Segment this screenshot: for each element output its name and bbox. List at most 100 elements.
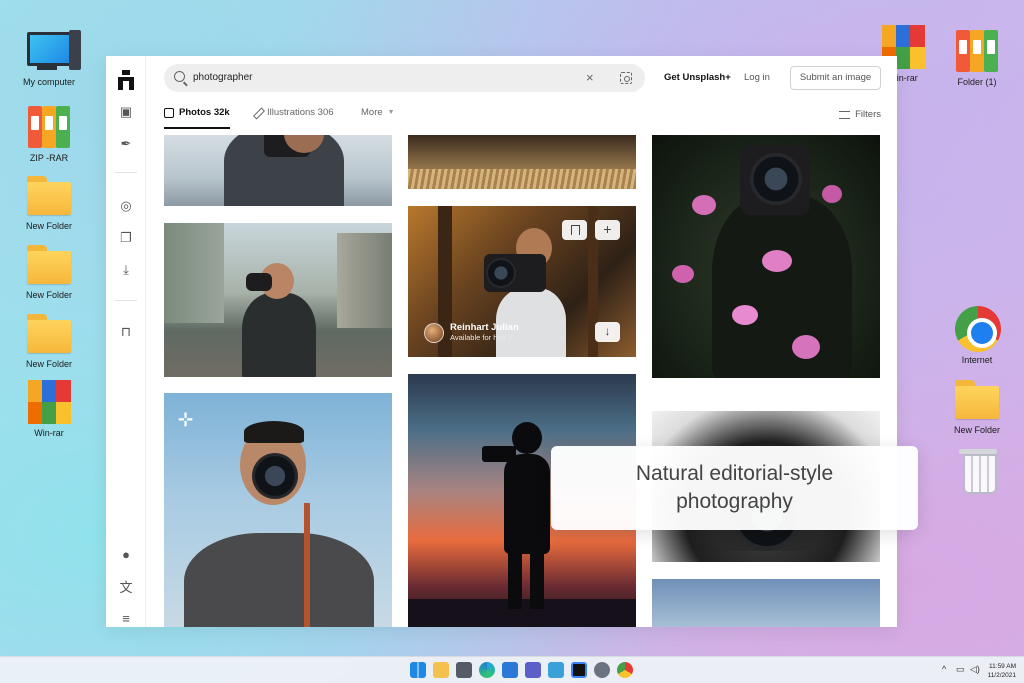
- chevron-up-icon[interactable]: ^: [942, 664, 946, 674]
- photo-tile[interactable]: [408, 135, 636, 189]
- desktop-icon-label: Win-rar: [34, 428, 64, 438]
- desktop-icon-label: New Folder: [25, 221, 72, 231]
- desktop-icon-my-computer[interactable]: My computer: [14, 28, 84, 88]
- sidebar: ▣ ✒ ◎ ❐ ⤓ ⊓ ● 文 ≡: [106, 56, 146, 627]
- photo-tile[interactable]: [164, 135, 392, 206]
- clock-date: 11/2/2021: [987, 672, 1016, 679]
- desktop-icon-internet[interactable]: Internet: [942, 306, 1012, 366]
- active-tab-indicator: [164, 127, 230, 129]
- tab-more[interactable]: More ▼: [361, 107, 395, 118]
- chevron-down-icon: ▼: [387, 109, 395, 116]
- desktop-icon-recycle-bin[interactable]: [942, 446, 1012, 495]
- settings-icon[interactable]: [594, 662, 610, 678]
- menu-icon[interactable]: ≡: [116, 608, 136, 627]
- search-icon: [174, 71, 185, 82]
- photos-icon[interactable]: [548, 662, 564, 678]
- add-to-collection-button[interactable]: +: [595, 220, 620, 240]
- photo-tile[interactable]: [652, 579, 880, 627]
- overlay-caption: Natural editorial-style photography: [551, 446, 918, 530]
- folder-icon: [25, 310, 73, 356]
- login-link[interactable]: Log in: [744, 72, 770, 83]
- teams-icon[interactable]: [525, 662, 541, 678]
- top-bar: photographer × Get Unsplash+ Log in Subm…: [146, 56, 897, 98]
- search-input[interactable]: photographer ×: [164, 64, 645, 92]
- download-icon[interactable]: ⤓: [116, 260, 136, 280]
- desktop-icon-label: Folder (1): [957, 77, 997, 87]
- photo-tile-featured[interactable]: + Reinhart Julian Available for hire ✔ ↓: [408, 206, 636, 357]
- pen-nib-icon[interactable]: ✒: [116, 134, 136, 154]
- sidebar-divider: [115, 300, 137, 301]
- unsplash-logo-icon[interactable]: [118, 70, 134, 90]
- image-icon[interactable]: ▣: [116, 102, 136, 122]
- desktop-icon-label: My computer: [22, 77, 75, 87]
- volume-icon[interactable]: ◁): [970, 664, 980, 675]
- filters-label: Filters: [855, 109, 881, 120]
- desktop-icon-new-folder-2[interactable]: New Folder: [14, 241, 84, 301]
- edge-icon[interactable]: [479, 662, 495, 678]
- filters-button[interactable]: Filters: [839, 109, 881, 120]
- author-name: Reinhart Julian: [450, 322, 519, 333]
- photo-icon: [164, 107, 174, 118]
- media-tabs: Photos 32k Illustrations 306 More ▼ Filt…: [146, 98, 897, 130]
- folder-icon: [953, 376, 1001, 422]
- recycle-bin-icon: [953, 446, 1001, 494]
- desktop-icon-win-rar[interactable]: Win-rar: [14, 379, 84, 439]
- store-icon[interactable]: [502, 662, 518, 678]
- author-info[interactable]: Reinhart Julian Available for hire ✔: [424, 322, 519, 343]
- submit-image-button[interactable]: Submit an image: [790, 66, 881, 90]
- translate-icon[interactable]: 文: [116, 576, 136, 596]
- get-unsplash-plus-link[interactable]: Get Unsplash+: [664, 72, 731, 83]
- desktop-icon-label: New Folder: [25, 290, 72, 300]
- desktop-icon-new-folder-3[interactable]: New Folder: [14, 310, 84, 370]
- archive-binders-icon: [25, 104, 73, 150]
- verified-check-icon: ✔: [507, 333, 515, 342]
- tab-label: Illustrations 306: [267, 107, 334, 118]
- photo-tile[interactable]: ⊹: [164, 393, 392, 627]
- desktop-icon-label: Internet: [961, 355, 993, 365]
- archive-binders-icon: [953, 28, 1001, 74]
- tab-photos[interactable]: Photos 32k: [164, 107, 230, 118]
- desktop-icon-label: New Folder: [953, 425, 1000, 435]
- photo-tile[interactable]: [652, 135, 880, 378]
- chrome-icon: [953, 306, 1001, 352]
- folder-icon: [25, 172, 73, 218]
- search-query[interactable]: photographer: [193, 72, 253, 83]
- unsplash-plus-icon: ⊹: [178, 409, 194, 429]
- visual-search-icon[interactable]: [620, 72, 632, 84]
- photo-tile[interactable]: [164, 223, 392, 377]
- system-clock[interactable]: 11:59 AM 11/2/2021: [988, 662, 1016, 680]
- tab-label: More: [361, 107, 383, 118]
- desktop-icon-new-folder-right[interactable]: New Folder: [942, 376, 1012, 436]
- desktop-icon-label: ZIP -RAR: [29, 153, 69, 163]
- chrome-icon[interactable]: [617, 662, 633, 678]
- filter-sliders-icon: [839, 110, 851, 119]
- desktop-icon-zip-rar[interactable]: ZIP -RAR: [14, 104, 84, 164]
- download-button[interactable]: ↓: [595, 322, 620, 342]
- avatar: [424, 322, 444, 343]
- folder-icon: [25, 241, 73, 287]
- compass-icon[interactable]: ◎: [116, 196, 136, 216]
- tab-illustrations[interactable]: Illustrations 306: [252, 107, 334, 118]
- unsplash-icon[interactable]: [571, 662, 587, 678]
- desktop-icon-label: New Folder: [25, 359, 72, 369]
- tab-label: Photos 32k: [179, 107, 230, 118]
- pen-icon: [252, 108, 262, 118]
- collections-icon[interactable]: ❐: [116, 228, 136, 248]
- computer-icon: [25, 28, 81, 74]
- bookmark-icon[interactable]: ⊓: [116, 322, 136, 342]
- browser-window: ▣ ✒ ◎ ❐ ⤓ ⊓ ● 文 ≡ photographer × Get Uns…: [106, 56, 897, 627]
- camera-icon[interactable]: [456, 662, 472, 678]
- file-explorer-icon[interactable]: [433, 662, 449, 678]
- desktop-icon-new-folder-1[interactable]: New Folder: [14, 172, 84, 232]
- network-icon[interactable]: ▭: [956, 664, 965, 675]
- taskbar: ^ ▭ ◁) 11:59 AM 11/2/2021: [0, 656, 1024, 683]
- user-icon[interactable]: ●: [116, 544, 136, 564]
- hire-status: Available for hire: [450, 333, 506, 342]
- bookmark-button[interactable]: [562, 220, 587, 240]
- clock-time: 11:59 AM: [989, 663, 1016, 670]
- winrar-icon: [25, 379, 73, 425]
- desktop-icon-folder-1[interactable]: Folder (1): [942, 28, 1012, 88]
- start-icon[interactable]: [410, 662, 426, 678]
- sidebar-divider: [115, 172, 137, 173]
- clear-search-icon[interactable]: ×: [586, 70, 594, 85]
